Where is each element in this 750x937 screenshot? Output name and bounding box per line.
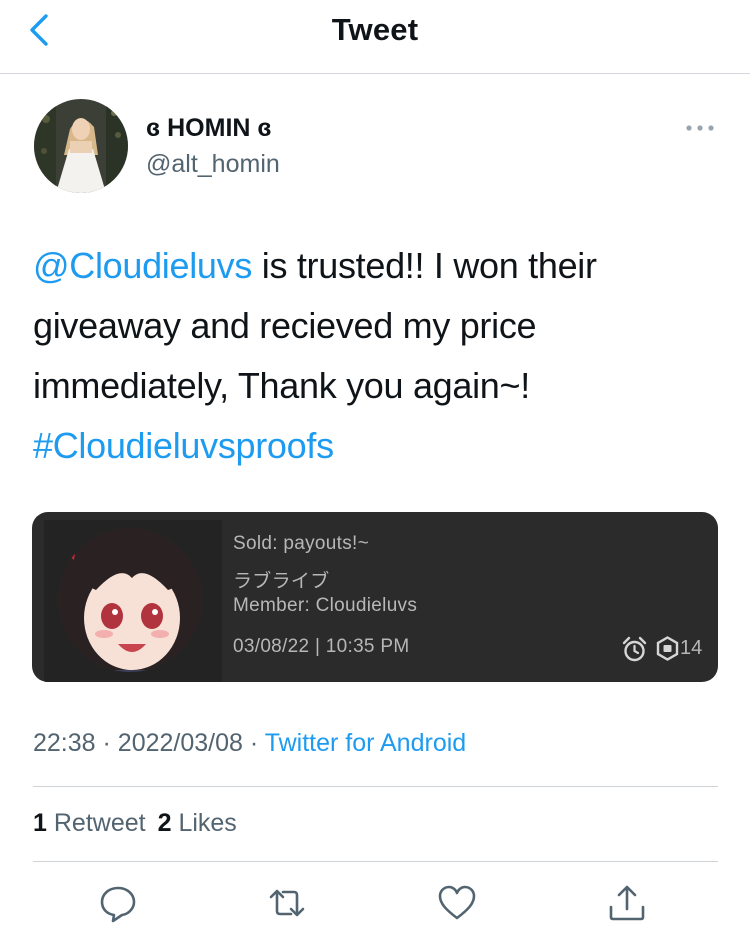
reply-icon bbox=[100, 886, 136, 923]
tweet-text-segment: immediately, Thank you again~! bbox=[33, 365, 530, 406]
page-title: Tweet bbox=[331, 12, 419, 47]
tweet-meta: 22:38 · 2022/03/08 · Twitter for Android bbox=[33, 729, 466, 758]
like-icon bbox=[438, 885, 476, 920]
anime-avatar bbox=[44, 520, 222, 682]
tweet-text: @Cloudieluvs is trusted!! I won their giv… bbox=[33, 236, 723, 476]
author-handle[interactable]: @alt_homin bbox=[146, 150, 280, 179]
tweet-text-segment: is trusted!! I won their bbox=[252, 245, 597, 286]
reply-button[interactable] bbox=[98, 883, 138, 923]
tweet-text-line: immediately, Thank you again~! bbox=[33, 356, 723, 416]
meta-separator: · bbox=[249, 729, 259, 757]
nav-bar: Tweet bbox=[0, 0, 750, 74]
media-datetime: 03/08/22 | 10:35 PM bbox=[233, 636, 410, 657]
more-dots-icon bbox=[686, 125, 714, 131]
retweet-button[interactable] bbox=[267, 883, 307, 923]
robux-amount: 14 bbox=[680, 637, 703, 659]
meta-separator: · bbox=[102, 729, 111, 757]
tweet-text-line: giveaway and recieved my price bbox=[33, 296, 723, 356]
engagement-stats: 1 Retweet 2 Likes bbox=[33, 809, 237, 838]
author-avatar[interactable] bbox=[34, 99, 128, 193]
tweet-date: 2022/03/08 bbox=[117, 729, 243, 757]
hashtag-link[interactable]: #Cloudieluvsproofs bbox=[33, 425, 334, 466]
tweet-text-segment: giveaway and recieved my price bbox=[33, 305, 537, 346]
divider bbox=[33, 786, 718, 787]
more-options-button[interactable] bbox=[682, 116, 718, 140]
like-count: 2 bbox=[157, 809, 172, 837]
media-group-text: ラブライブ bbox=[233, 571, 330, 592]
tweet-media-image[interactable]: Sold: payouts!~ ラブライブ Member: Cloudieluv… bbox=[32, 512, 718, 682]
retweets-stat[interactable]: 1 Retweet bbox=[33, 809, 146, 837]
mention-link[interactable]: @Cloudieluvs bbox=[33, 245, 252, 286]
profile-photo bbox=[34, 99, 128, 193]
likes-stat[interactable]: 2 Likes bbox=[158, 809, 237, 837]
author-display-name[interactable]: ɞ HOMIN ɞ bbox=[146, 114, 272, 143]
tweet-source-link[interactable]: Twitter for Android bbox=[265, 729, 466, 757]
retweet-label: Retweet bbox=[53, 809, 146, 837]
tweet-text-line: @Cloudieluvs is trusted!! I won their bbox=[33, 236, 723, 296]
like-label: Likes bbox=[178, 809, 237, 837]
retweet-icon bbox=[269, 889, 305, 917]
share-button[interactable] bbox=[607, 883, 647, 923]
like-button[interactable] bbox=[437, 883, 477, 923]
media-member-text: Member: Cloudieluvs bbox=[233, 595, 418, 616]
tweet-time: 22:38 bbox=[33, 729, 96, 757]
robux-icon bbox=[656, 636, 679, 661]
media-sold-text: Sold: payouts!~ bbox=[233, 533, 370, 554]
divider bbox=[33, 861, 718, 862]
media-avatar-image bbox=[44, 520, 222, 682]
share-icon bbox=[609, 885, 645, 921]
retweet-count: 1 bbox=[33, 809, 47, 837]
tweet-text-line: #Cloudieluvsproofs bbox=[33, 416, 723, 476]
alarm-clock-icon bbox=[622, 636, 647, 662]
